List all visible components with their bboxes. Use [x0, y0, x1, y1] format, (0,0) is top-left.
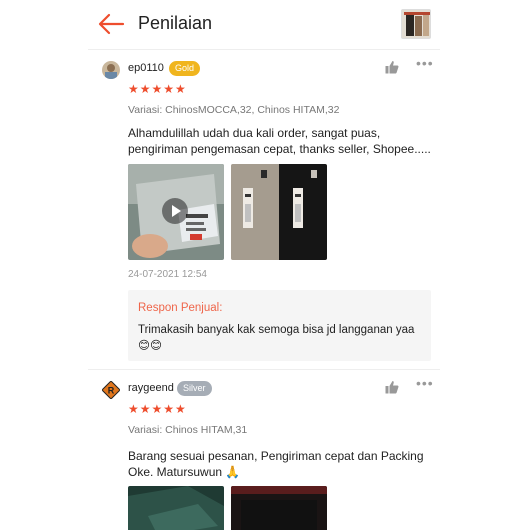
more-dots-icon: •••: [416, 55, 434, 71]
review-variation: Variasi: Chinos HITAM,31: [128, 424, 248, 436]
like-button[interactable]: [385, 60, 399, 74]
thumbs-up-icon: [385, 61, 399, 74]
avatar-image: [102, 61, 120, 79]
username[interactable]: ep0110: [128, 62, 164, 74]
svg-text:R: R: [108, 386, 115, 396]
arrow-left-icon: [98, 13, 125, 35]
review-user-row: R raygeend Silver •••: [100, 375, 440, 400]
app-header: Penilaian: [0, 0, 530, 48]
page-title: Penilaian: [138, 13, 213, 33]
more-options-button[interactable]: •••: [416, 375, 434, 392]
star-rating: ★★★★★: [128, 82, 187, 96]
product-image: [402, 10, 430, 38]
review-photo-thumbnail: [128, 486, 224, 530]
product-thumbnail[interactable]: [401, 9, 431, 39]
play-icon: [162, 198, 188, 224]
more-options-button[interactable]: •••: [416, 55, 434, 72]
avatar[interactable]: [102, 61, 120, 79]
seller-response: Respon Penjual: Trimakasih banyak kak se…: [128, 290, 431, 361]
review-photo-thumbnail: [231, 486, 327, 530]
thumbs-up-icon: [385, 381, 399, 394]
review-photo[interactable]: [128, 486, 224, 530]
review-item: R raygeend Silver ••• ★★★★★ Variasi: Chi…: [100, 375, 440, 530]
more-dots-icon: •••: [416, 375, 434, 391]
review-user-row: ep0110 Gold •••: [100, 55, 440, 80]
review-video[interactable]: [128, 164, 224, 260]
review-item: ep0110 Gold ••• ★★★★★ Variasi: ChinosMOC…: [100, 55, 440, 361]
seller-response-text: Trimakasih banyak kak semoga bisa jd lan…: [138, 324, 415, 352]
member-badge: Silver: [177, 381, 212, 396]
like-button[interactable]: [385, 380, 399, 394]
review-text: Barang sesuai pesanan, Pengiriman cepat …: [128, 449, 424, 479]
avatar[interactable]: R: [102, 381, 120, 399]
member-badge: Gold: [169, 61, 201, 76]
header-divider: [88, 49, 440, 50]
review-variation: Variasi: ChinosMOCCA,32, Chinos HITAM,32: [128, 104, 340, 116]
review-photo-thumbnail: [231, 164, 327, 260]
review-timestamp: 24-07-2021 12:54: [128, 269, 207, 280]
star-rating: ★★★★★: [128, 402, 187, 416]
username[interactable]: raygeend: [128, 382, 174, 394]
back-button[interactable]: [96, 10, 126, 38]
review-photo[interactable]: [231, 164, 327, 260]
seller-response-label: Respon Penjual:: [138, 302, 223, 314]
review-photo[interactable]: [231, 486, 327, 530]
review-text: Alhamdulillah udah dua kali order, sanga…: [128, 126, 431, 156]
review-divider: [88, 369, 440, 370]
avatar-image: R: [102, 381, 120, 399]
